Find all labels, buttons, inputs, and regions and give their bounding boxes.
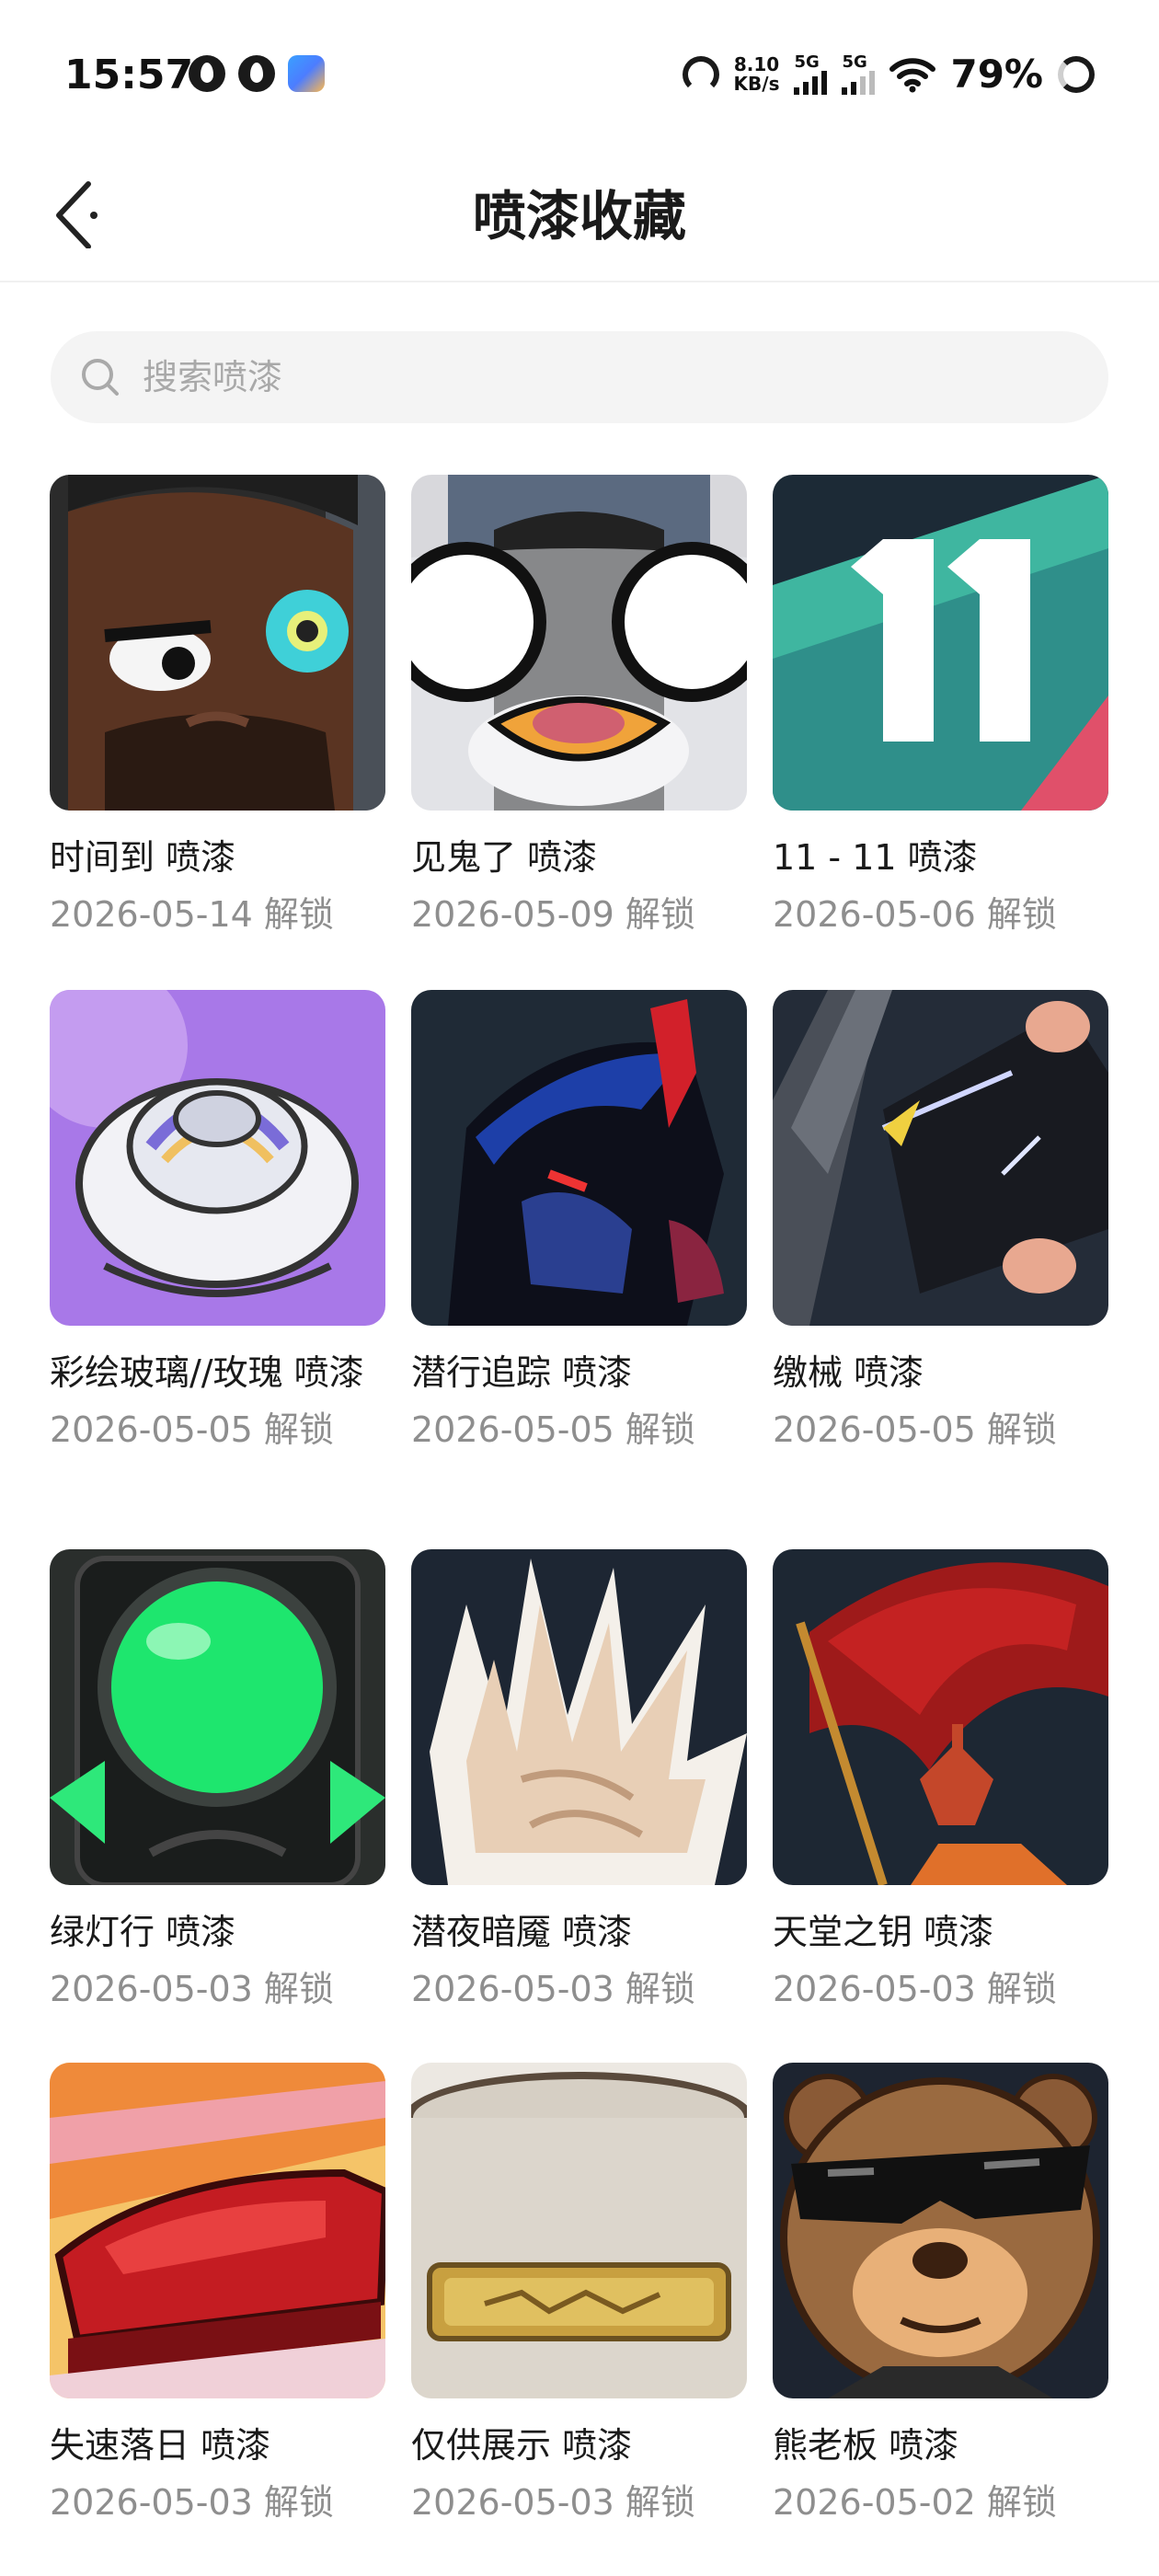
spray-name: 缴械 喷漆: [773, 1352, 924, 1393]
spray-unlock-date: 2026-05-03 解锁: [50, 2482, 334, 2523]
speed-gauge-icon: [682, 55, 719, 93]
battery-percent: 79%: [950, 52, 1043, 97]
spray-unlock-date: 2026-05-09 解锁: [411, 894, 695, 935]
bear-boss-spray-thumbnail: [773, 2063, 1108, 2398]
spray-unlock-date: 2026-05-05 解锁: [411, 1409, 695, 1450]
spray-name: 见鬼了 喷漆: [411, 837, 598, 878]
green-light-spray-thumbnail: [50, 1549, 385, 1885]
status-notification-icons: [189, 55, 325, 92]
claw-hand-spray-thumbnail: [411, 1549, 747, 1885]
spray-unlock-date: 2026-05-03 解锁: [411, 1969, 695, 2009]
search-bar[interactable]: [51, 331, 1108, 423]
spray-card[interactable]: 见鬼了 喷漆 2026-05-09 解锁: [411, 475, 747, 937]
penguin-spray-thumbnail: [411, 475, 747, 811]
flame-app-icon: [189, 55, 225, 92]
page-title: 喷漆收藏: [472, 185, 686, 247]
spray-name: 天堂之钥 喷漆: [773, 1912, 994, 1952]
spray-unlock-date: 2026-05-14 解锁: [50, 894, 334, 935]
spray-unlock-date: 2026-05-03 解锁: [773, 1969, 1057, 2009]
spray-name: 彩绘玻璃//玫瑰 喷漆: [50, 1352, 364, 1393]
status-time: 15:57: [64, 52, 194, 98]
spray-unlock-date: 2026-05-05 解锁: [50, 1409, 334, 1450]
spray-unlock-date: 2026-05-05 解锁: [773, 1409, 1057, 1450]
network-speed: 8.10 KB/s: [733, 52, 780, 95]
bearded-man-spray-thumbnail: [50, 475, 385, 811]
network-speed-unit: KB/s: [733, 72, 780, 95]
spray-card[interactable]: 潜夜暗魇 喷漆 2026-05-03 解锁: [411, 1549, 747, 2012]
red-car-spray-thumbnail: [50, 2063, 385, 2398]
spray-name: 时间到 喷漆: [50, 837, 236, 878]
sim1-signal: 5G: [794, 52, 828, 95]
search-input[interactable]: [141, 356, 972, 398]
red-flag-spray-thumbnail: [773, 1549, 1108, 1885]
spray-card[interactable]: 仅供展示 喷漆 2026-05-03 解锁: [411, 2063, 747, 2525]
spray-name: 潜行追踪 喷漆: [411, 1352, 633, 1393]
sim2-label: 5G: [842, 52, 867, 72]
header: 喷漆收藏: [0, 138, 1159, 282]
status-bar: 15:57 8.10 KB/s 5G 5G 79%: [0, 0, 1159, 138]
spray-card[interactable]: 熊老板 喷漆 2026-05-02 解锁: [773, 2063, 1108, 2525]
sim2-signal: 5G: [842, 52, 876, 95]
spray-unlock-date: 2026-05-03 解锁: [50, 1969, 334, 2009]
spray-card[interactable]: 绿灯行 喷漆 2026-05-03 解锁: [50, 1549, 385, 2012]
spray-name: 熊老板 喷漆: [773, 2425, 959, 2466]
signal-bars-icon: [794, 70, 828, 95]
beast-spray-thumbnail: [411, 990, 747, 1326]
rose-spray-thumbnail: [50, 990, 385, 1326]
spray-card[interactable]: 失速落日 喷漆 2026-05-03 解锁: [50, 2063, 385, 2525]
spray-unlock-date: 2026-05-03 解锁: [411, 2482, 695, 2523]
display-plate-spray-thumbnail: [411, 2063, 747, 2398]
spray-name: 11 - 11 喷漆: [773, 837, 978, 878]
spray-name: 失速落日 喷漆: [50, 2425, 271, 2466]
network-speed-value: 8.10: [733, 52, 780, 75]
spray-unlock-date: 2026-05-02 解锁: [773, 2482, 1057, 2523]
sim1-label: 5G: [794, 52, 820, 72]
spray-card[interactable]: 潜行追踪 喷漆 2026-05-05 解锁: [411, 990, 747, 1453]
spray-card[interactable]: 11 - 11 喷漆 2026-05-06 解锁: [773, 475, 1108, 937]
wifi-icon: [889, 57, 936, 92]
spray-name: 潜夜暗魇 喷漆: [411, 1912, 633, 1952]
app-badge-icon: [288, 55, 325, 92]
spray-unlock-date: 2026-05-06 解锁: [773, 894, 1057, 935]
spray-name: 仅供展示 喷漆: [411, 2425, 633, 2466]
spray-card[interactable]: 天堂之钥 喷漆 2026-05-03 解锁: [773, 1549, 1108, 2012]
spray-card[interactable]: 时间到 喷漆 2026-05-14 解锁: [50, 475, 385, 937]
search-icon: [82, 359, 119, 396]
flame-app-icon-2: [238, 55, 275, 92]
status-right-icons: 8.10 KB/s 5G 5G 79%: [682, 52, 1095, 97]
spray-name: 绿灯行 喷漆: [50, 1912, 236, 1952]
spray-card[interactable]: 彩绘玻璃//玫瑰 喷漆 2026-05-05 解锁: [50, 990, 385, 1453]
signal-bars-weak-icon: [842, 70, 876, 95]
disarm-blade-spray-thumbnail: [773, 990, 1108, 1326]
spray-card[interactable]: 缴械 喷漆 2026-05-05 解锁: [773, 990, 1108, 1453]
number-11-spray-thumbnail: [773, 475, 1108, 811]
battery-ring-icon: [1058, 55, 1095, 93]
